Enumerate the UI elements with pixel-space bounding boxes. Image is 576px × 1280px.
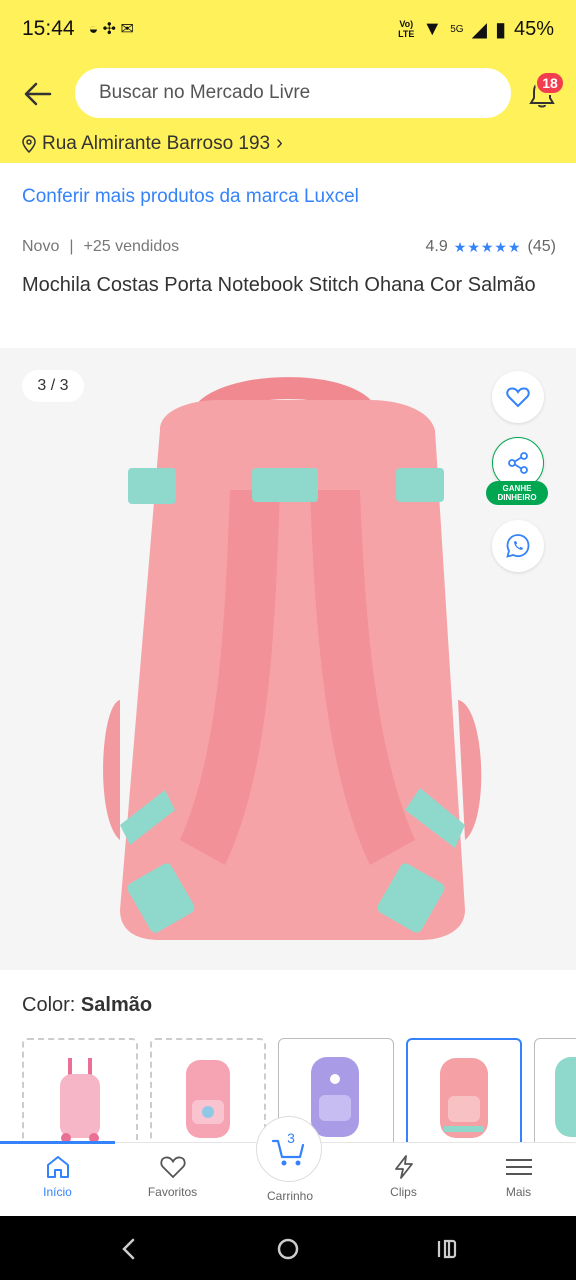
nav-favorites[interactable]: Favoritos	[115, 1153, 230, 1199]
status-bar: 15:44 ◒ ✣ ✉ Vo) LTE ▼ 5G ◢ ▮ 45%	[22, 14, 554, 44]
earn-tag-line1: GANHE	[502, 484, 532, 493]
nav-cart[interactable]: 3	[256, 1116, 322, 1182]
network-label: 5G	[450, 23, 464, 35]
earn-money-tag[interactable]: GANHE DINHEIRO	[486, 481, 548, 505]
search-input[interactable]: Buscar no Mercado Livre	[75, 68, 511, 118]
favorite-button[interactable]	[492, 371, 544, 423]
meta-separator: |	[69, 238, 74, 255]
battery-level: 45%	[513, 17, 554, 40]
color-option-thumb[interactable]	[534, 1038, 576, 1148]
color-option-thumb[interactable]	[150, 1038, 266, 1148]
nav-clips[interactable]: Clips	[346, 1153, 461, 1199]
notification-icons: ◒ ✣ ✉	[88, 21, 134, 38]
color-label-key: Color:	[22, 994, 76, 1016]
notifications-badge: 18	[535, 71, 565, 95]
nav-favorites-label: Favoritos	[147, 1185, 198, 1199]
product-meta: Novo | +25 vendidos	[22, 238, 179, 256]
nav-clips-label: Clips	[390, 1185, 417, 1199]
battery-icon: ▮	[494, 18, 506, 41]
brand-products-link[interactable]: Conferir mais produtos da marca Luxcel	[22, 186, 359, 208]
selected-color: Salmão	[80, 994, 153, 1016]
app-header: 15:44 ◒ ✣ ✉ Vo) LTE ▼ 5G ◢ ▮ 45% Buscar n…	[0, 0, 576, 163]
system-recents-icon[interactable]	[432, 1234, 462, 1264]
address-selector[interactable]: Rua Almirante Barroso 193 ›	[22, 132, 283, 155]
condition-label: Novo	[22, 238, 60, 255]
product-image-backpack[interactable]	[100, 370, 490, 950]
review-count: (45)	[527, 238, 556, 255]
back-arrow-icon[interactable]	[20, 76, 56, 112]
whatsapp-share-button[interactable]	[492, 520, 544, 572]
color-label: Color: Salmão	[22, 994, 152, 1017]
rating-value: 4.9	[425, 238, 448, 255]
wifi-icon: ▼	[422, 17, 443, 40]
share-icon	[508, 452, 528, 474]
nav-home[interactable]: Início	[0, 1153, 115, 1199]
system-back-icon[interactable]	[114, 1234, 144, 1264]
cart-count: 3	[287, 1130, 295, 1146]
heart-icon	[506, 387, 530, 408]
product-title: Mochila Costas Porta Notebook Stitch Oha…	[22, 274, 536, 296]
earn-tag-line2: DINHEIRO	[497, 493, 537, 502]
star-rating-icon: ★★★★★	[453, 238, 522, 255]
color-option-thumb-selected[interactable]	[406, 1038, 522, 1148]
nav-cart-label: Carrinho	[266, 1189, 314, 1203]
product-rating[interactable]: 4.9 ★★★★★ (45)	[426, 238, 556, 256]
home-icon	[46, 1156, 69, 1178]
heart-icon	[159, 1156, 186, 1179]
nav-home-label: Início	[43, 1185, 72, 1199]
location-pin-icon	[22, 134, 36, 153]
volte-icon: Vo) LTE	[398, 19, 415, 39]
sold-count: +25 vendidos	[83, 238, 180, 255]
system-navigation-bar	[0, 1216, 576, 1280]
system-home-icon[interactable]	[273, 1234, 303, 1264]
chevron-right-icon: ›	[276, 132, 283, 154]
nav-more[interactable]: Mais	[461, 1153, 576, 1199]
whatsapp-icon	[506, 534, 530, 558]
signal-icon: ◢	[471, 18, 487, 41]
image-counter: 3 / 3	[22, 370, 84, 402]
nav-more-label: Mais	[505, 1185, 532, 1199]
menu-icon	[505, 1159, 532, 1175]
color-option-thumb[interactable]	[22, 1038, 138, 1148]
lightning-icon	[394, 1155, 413, 1179]
address-text: Rua Almirante Barroso 193	[42, 132, 271, 154]
cart-icon: 3	[271, 1130, 305, 1166]
status-time: 15:44	[22, 17, 75, 40]
active-tab-indicator	[0, 1141, 115, 1144]
